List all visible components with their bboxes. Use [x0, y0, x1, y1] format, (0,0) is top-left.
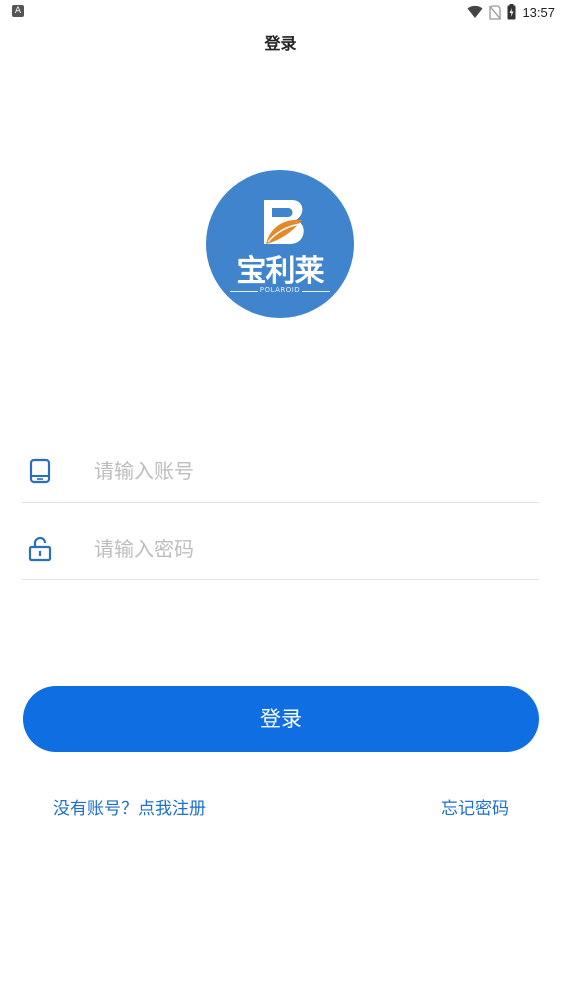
logo-divider-right — [302, 291, 330, 292]
password-input[interactable] — [94, 531, 514, 566]
register-link[interactable]: 没有账号？点我注册 — [53, 794, 206, 819]
forgot-password-link[interactable]: 忘记密码 — [441, 794, 509, 819]
wifi-icon — [467, 5, 483, 18]
brand-logo: 宝利莱 POLAROID — [206, 170, 354, 318]
account-input[interactable] — [94, 454, 514, 488]
login-button[interactable]: 登录 — [23, 686, 539, 752]
status-time: 13:57 — [522, 4, 555, 20]
page-title: 登录 — [264, 34, 297, 53]
account-field-row — [22, 440, 539, 503]
logo-emblem-icon — [264, 200, 304, 244]
app-notification-icon: A — [12, 5, 24, 17]
phone-icon — [29, 458, 51, 484]
lock-icon — [28, 536, 52, 561]
logo-text: 宝利莱 — [236, 254, 325, 289]
battery-icon — [507, 4, 516, 20]
status-bar: A 13:57 — [0, 0, 561, 24]
no-sim-icon — [489, 4, 502, 20]
password-field-row — [22, 518, 539, 580]
logo-subtext: POLAROID — [259, 286, 301, 294]
status-indicators: 13:57 — [467, 2, 555, 22]
login-screen: A 13:57 登录 宝利莱 POLAROID 请输入账号 登录 没有账号？点我… — [0, 0, 561, 999]
